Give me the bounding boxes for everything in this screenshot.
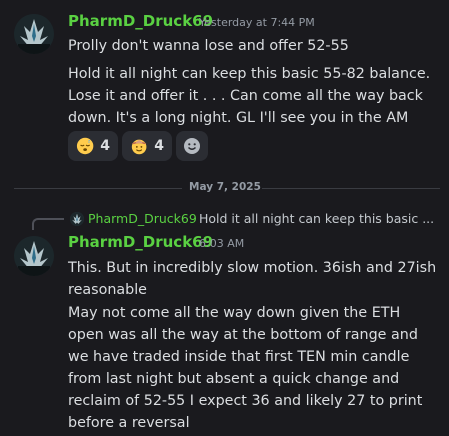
avatar[interactable] [14, 14, 54, 54]
reaction-cowboy[interactable]: 4 [122, 131, 172, 161]
add-reaction-icon [184, 138, 200, 154]
add-reaction-button[interactable] [176, 131, 208, 161]
reaction-sleeping[interactable]: z 4 [68, 131, 118, 161]
avatar[interactable] [14, 236, 54, 276]
reply-username[interactable]: PharmD_Druck69 [88, 211, 197, 226]
reaction-count: 4 [100, 138, 110, 154]
reply-preview[interactable]: Hold it all night can keep this basic ..… [199, 211, 434, 226]
message-text: Hold it all night can keep this basic 55… [68, 66, 431, 126]
message-username[interactable]: PharmD_Druck69 [68, 12, 213, 30]
sleeping-face-icon: z [76, 137, 94, 155]
reply-avatar-image [70, 212, 84, 226]
message-text: May not come all the way down given the … [68, 305, 423, 431]
divider-line-right [262, 188, 440, 189]
message-text: Prolly don't wanna lose and offer 52-55 [68, 38, 349, 54]
message-timestamp: Yesterday at 7:44 PM [199, 16, 315, 29]
message-username[interactable]: PharmD_Druck69 [68, 233, 213, 251]
date-divider: May 7, 2025 [189, 181, 261, 193]
message-text: This. But in incredibly slow motion. 36i… [68, 260, 437, 298]
message-timestamp: 6:03 AM [199, 237, 245, 250]
reply-connector [32, 218, 64, 230]
cowboy-face-icon [131, 139, 147, 155]
reaction-count: 4 [154, 138, 164, 154]
avatar-image [14, 236, 54, 276]
reply-avatar[interactable] [70, 212, 84, 226]
avatar-image [14, 14, 54, 54]
divider-line-left [14, 188, 182, 189]
